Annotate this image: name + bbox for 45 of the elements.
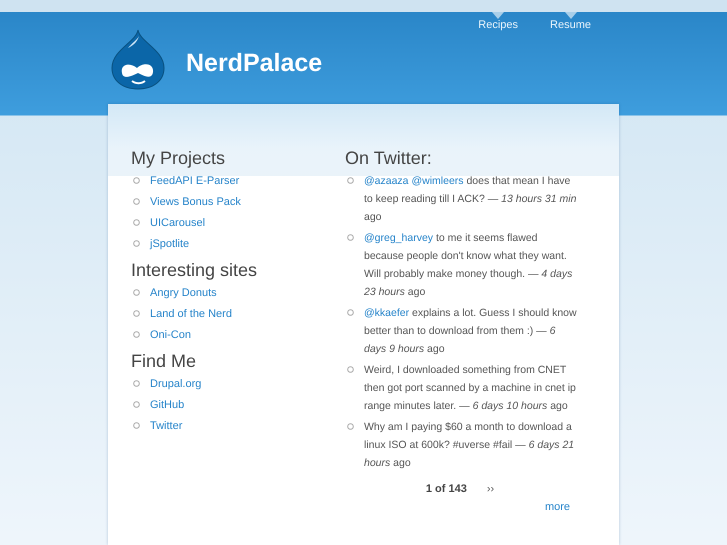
bullet-icon xyxy=(347,309,354,316)
site-name[interactable]: NerdPalace xyxy=(186,49,322,79)
bullet-icon xyxy=(133,310,140,317)
more-link[interactable]: more xyxy=(544,501,570,513)
sidebar-link[interactable]: FeedAPI E-Parser xyxy=(150,172,240,190)
nav-link[interactable]: Resume xyxy=(544,12,597,31)
bullet-icon xyxy=(133,198,140,205)
bullet-icon xyxy=(347,177,354,184)
bullet-icon xyxy=(133,177,140,184)
mention-link[interactable]: @azaaza xyxy=(364,175,409,187)
mention-link[interactable]: @wimleers xyxy=(411,175,464,187)
sidebar-link[interactable]: GitHub xyxy=(150,396,184,414)
sidebar-link[interactable]: jSpotlite xyxy=(150,235,190,253)
block-title: On Twitter: xyxy=(345,147,433,170)
triangle-icon xyxy=(564,12,577,19)
bullet-icon xyxy=(133,240,140,247)
bullet-icon xyxy=(347,366,354,373)
mention-link[interactable]: @kkaefer xyxy=(364,307,410,319)
sidebar-link[interactable]: Twitter xyxy=(150,417,182,435)
bullet-icon xyxy=(133,331,140,338)
bullet-icon xyxy=(133,401,140,408)
bullet-icon xyxy=(133,219,140,226)
sidebar-link[interactable]: Oni-Con xyxy=(150,326,191,344)
block-title: My Projects xyxy=(131,147,226,170)
sidebar-link[interactable]: Land of the Nerd xyxy=(150,305,232,323)
triangle-icon xyxy=(492,12,504,19)
bullet-icon xyxy=(133,289,140,296)
sidebar-link[interactable]: Drupal.org xyxy=(150,375,202,393)
block-title: Interesting sites xyxy=(131,259,258,282)
bullet-icon xyxy=(133,422,140,429)
drop-logo[interactable] xyxy=(110,28,166,90)
next-page-link[interactable]: ›› xyxy=(486,483,494,495)
tweet-text: Why am I paying $60 a month to download a linux ISO at 600k? #uverse #fail — 6 days 21 hours ago xyxy=(364,420,576,471)
tweet-text: Weird, I downloaded something from CNET then got port scanned by a machine in cnet ip range minutes later. — 6 days 10 hours ago xyxy=(364,363,577,414)
sidebar-link[interactable]: UICarousel xyxy=(150,214,206,232)
page-indicator: 1 of 143 xyxy=(426,483,467,495)
sidebar-link[interactable]: Angry Donuts xyxy=(150,284,217,302)
mention-link[interactable]: @greg_harvey xyxy=(364,232,434,244)
tweet-text: @kkaefer explains a lot. Guess I should know better than to download from them :) — 6 days 9 hours ago xyxy=(364,306,578,357)
bullet-icon xyxy=(133,380,140,387)
nav-link[interactable]: Recipes xyxy=(472,12,524,31)
block-title: Find Me xyxy=(131,350,198,373)
bullet-icon xyxy=(347,423,354,430)
sidebar-link[interactable]: Views Bonus Pack xyxy=(150,193,241,211)
bullet-icon xyxy=(347,234,354,241)
